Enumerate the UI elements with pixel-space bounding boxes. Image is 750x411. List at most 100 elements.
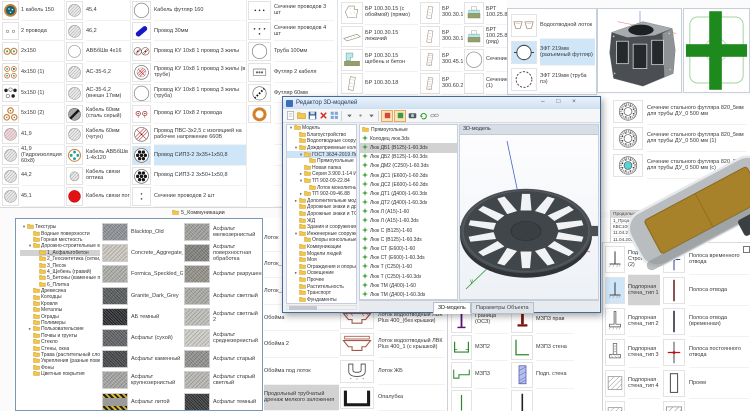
texture-swatch[interactable] (102, 350, 128, 368)
item-label[interactable] (536, 389, 574, 411)
tree-item[interactable]: Цветные покрытия (20, 371, 100, 377)
texture-swatch[interactable] (102, 244, 128, 262)
hatch-gray-icon[interactable] (66, 22, 83, 41)
item-label[interactable]: БР 300.60.20 (442, 72, 463, 96)
two-tiny-icon[interactable] (2, 22, 19, 41)
item-label[interactable]: 46,2 (86, 21, 130, 42)
item-label[interactable]: Сечение проводов 4 шт (274, 21, 334, 42)
orange-ring-icon[interactable] (248, 105, 271, 124)
item-label[interactable]: БР 100.30.15 (с обоймой) (прямо) (365, 1, 418, 25)
vline-dark-icon[interactable] (663, 308, 685, 335)
texture-label[interactable]: Concrete_Aggregate_Smoke (131, 244, 183, 262)
circle-ticks-icon[interactable] (511, 41, 537, 64)
item-label[interactable]: 2 провода (21, 21, 65, 42)
seven-dots-icon[interactable] (132, 146, 151, 165)
item-label[interactable]: ЗФТ 219мм (разъемный футляр) (540, 39, 595, 66)
item-label[interactable]: БР 100.30.15 щебень и бетон (365, 48, 418, 72)
item-label[interactable]: Проем (689, 368, 749, 399)
flange-cyan-icon[interactable] (613, 154, 643, 177)
item-label[interactable]: 4х150 (1) (21, 62, 65, 83)
tree-item[interactable]: ЖД (287, 217, 356, 224)
item-label[interactable]: БР 300.30.18 (442, 25, 463, 49)
five-dots-icon[interactable] (2, 84, 19, 103)
br-tall-hatch-icon[interactable] (420, 73, 440, 95)
hatch-gray-icon[interactable] (66, 63, 83, 82)
lotok-covered-icon[interactable] (340, 333, 374, 356)
green-u-icon[interactable] (451, 335, 472, 361)
teal-four-icon[interactable] (66, 146, 83, 165)
item-label[interactable]: БР 100.30.18 (365, 72, 418, 96)
file-item[interactable]: Люк СТ (Е600)-1-60.3ds (360, 254, 457, 263)
tree-item[interactable]: ▸Освещение (287, 270, 356, 277)
tree-item[interactable]: Растительность (287, 283, 356, 290)
item-label[interactable]: 1 кабель 150 (21, 0, 65, 21)
texture-label[interactable]: Асфальт крупнозернистый (131, 371, 183, 389)
texture-swatch[interactable] (102, 287, 128, 305)
file-item[interactable]: Люк ДТ2 (Д400)-1-60.3ds (360, 199, 457, 208)
pan-dot-icon[interactable] (355, 111, 365, 121)
tree-hscrollbar[interactable] (286, 305, 357, 310)
item-label[interactable]: Кабель футляр 160 (154, 0, 247, 21)
file-item[interactable]: Люк ДС2 (Е600)-1-60.3ds (360, 180, 457, 189)
item-label[interactable]: Кабель АВБбШв 1-4х120 (86, 145, 130, 166)
texture-swatch[interactable] (184, 244, 210, 262)
red-circle-icon[interactable] (66, 187, 83, 206)
file-item[interactable]: Люк Л (А15)-1-60 (360, 208, 457, 217)
br-concrete-icon[interactable] (341, 49, 363, 71)
texture-swatch[interactable] (102, 308, 128, 326)
item-label[interactable]: 41,9 (21, 124, 65, 145)
item-label[interactable]: Провод СИП3-2 3х50+1х50,8 (154, 166, 247, 187)
item-label[interactable]: Провод КУ 10х8 1 провод 3 жилы (в трубе) (154, 62, 247, 83)
texture-swatch[interactable] (102, 265, 128, 283)
tree-item[interactable]: Здания и сооружения (287, 224, 356, 231)
seven-dots-icon[interactable] (132, 167, 151, 186)
open-folder-icon[interactable] (296, 111, 306, 121)
link-icon[interactable] (429, 111, 439, 121)
cross-red-icon[interactable] (663, 339, 685, 366)
file-item[interactable]: Люк Л (А15)-1-60.3ds (360, 217, 457, 226)
delete-icon[interactable] (318, 111, 328, 121)
texture-label[interactable]: АБ темный (131, 308, 183, 326)
texture-swatch[interactable] (102, 329, 128, 347)
item-label[interactable]: Провод ПВС-3х2,5 с изоляцией на рабочее … (154, 124, 247, 145)
texture-label[interactable]: Асфальт поверхностная обработка (213, 244, 262, 262)
two-red-dots-icon[interactable] (132, 105, 151, 124)
hatch-square-icon[interactable] (605, 401, 625, 411)
refresh-icon[interactable] (418, 111, 428, 121)
item-label[interactable]: МЗП3 стена (536, 334, 574, 362)
file-item[interactable]: Люк ДБ2 (В125)-1-60.3ds (360, 153, 457, 162)
item-label[interactable]: Провод КУ 10х8 1 провод 3 жилы (154, 41, 247, 62)
tree-item[interactable]: ▾ТП 902-09-22.84 (287, 178, 356, 185)
four-green-icon[interactable] (2, 63, 19, 82)
two-traps-icon[interactable] (511, 14, 537, 37)
tree-item[interactable]: Моя (287, 257, 356, 264)
texture-label[interactable]: Granite_Dark_Grey (131, 287, 183, 305)
view-grid-icon[interactable] (329, 111, 339, 121)
dropdown-icon[interactable] (344, 111, 354, 121)
file-item[interactable]: Люк ДБ1 (В125)-1-60.3ds (360, 143, 457, 152)
item-label[interactable]: БРТ 100.25.8 (ряд) (486, 25, 507, 49)
item-label[interactable]: Сечение стального футляра 820_5мм для тр… (647, 125, 747, 152)
file-item[interactable]: Люк ТМ (Д400)-1-60 (360, 281, 457, 290)
item-label[interactable]: АС-35-6,2 (внешн 17мм) (86, 83, 130, 104)
tree-item[interactable]: Модели людей (287, 250, 356, 257)
tree-item[interactable]: Водоотводные сооружения (287, 138, 356, 145)
wall-t1-icon[interactable] (605, 246, 625, 273)
texture-label[interactable]: Асфальт (сухой) (131, 329, 183, 347)
item-label[interactable]: Полоса отвода (689, 275, 749, 306)
item-label[interactable]: 45,4 (86, 0, 130, 21)
item-label[interactable]: 2х150 (21, 41, 65, 62)
red-x-circle-icon[interactable] (132, 125, 151, 144)
item-label[interactable]: 5х150 (1) (21, 83, 65, 104)
item-label[interactable]: 45,1 (21, 186, 65, 207)
red-hatch-ring-icon[interactable] (132, 63, 151, 82)
wall-t3-icon[interactable] (605, 339, 625, 366)
item-label[interactable]: Кабель связи пог (86, 186, 130, 207)
item-label[interactable]: Сечение стального футляра 820_5мм для тр… (647, 98, 747, 125)
item-label[interactable]: Полоса отвода (временная) (689, 306, 749, 337)
texture-label[interactable]: Асфальт темный (213, 393, 262, 410)
texture-label[interactable]: Асфальт каменный (131, 350, 183, 368)
flange-icon[interactable] (613, 127, 643, 150)
tab-object-parameters[interactable]: Параметры Объекта (471, 302, 534, 314)
tree-item[interactable]: Фундаменты (287, 296, 356, 303)
